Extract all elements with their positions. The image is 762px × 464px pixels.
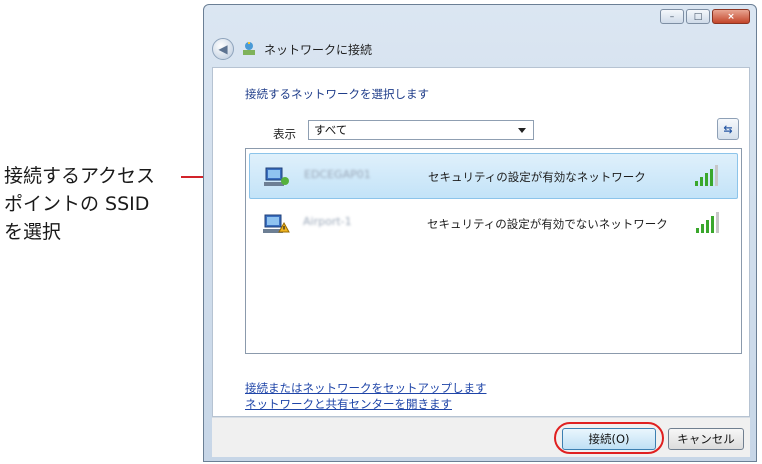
annotation-line-2: ポイントの SSID <box>4 193 150 215</box>
show-label: 表示 <box>273 127 296 141</box>
button-bar: 接続(O) キャンセル <box>212 417 750 457</box>
signal-strength-icon <box>696 211 722 233</box>
network-description: セキュリティの設定が有効なネットワーク <box>428 170 646 184</box>
network-ssid: Airport-1 <box>303 215 352 228</box>
caption-buttons: – □ × <box>660 9 750 24</box>
page-heading: 接続するネットワークを選択します <box>245 87 429 101</box>
network-icon <box>240 40 258 58</box>
signal-strength-icon <box>695 164 721 186</box>
content-pane: 接続するネットワークを選択します 表示 すべて ⇆ EDCEGAP01 セキュリ… <box>212 67 750 417</box>
show-filter-select[interactable]: すべて <box>308 120 534 140</box>
annotation-line-1: 接続するアクセス <box>4 165 156 187</box>
network-row-1[interactable]: EDCEGAP01 セキュリティの設定が有効なネットワーク <box>249 153 738 199</box>
window-title: ネットワークに接続 <box>264 42 373 57</box>
network-center-link[interactable]: ネットワークと共有センターを開きます <box>245 396 487 412</box>
show-filter-value: すべて <box>314 123 348 137</box>
wireless-network-icon <box>264 164 292 190</box>
annotation-label: 接続するアクセス ポイントの SSID を選択 <box>4 162 184 246</box>
title-row: ◀ ネットワークに接続 <box>212 37 372 61</box>
network-ssid: EDCEGAP01 <box>304 168 371 181</box>
refresh-icon[interactable]: ⇆ <box>717 118 739 140</box>
setup-connection-link[interactable]: 接続またはネットワークをセットアップします <box>245 380 487 396</box>
network-row-2[interactable]: Airport-1 セキュリティの設定が有効でないネットワーク <box>249 201 738 247</box>
connect-network-window: – □ × ◀ ネットワークに接続 接続するネットワークを選択します 表示 すべ… <box>203 4 757 462</box>
unsecured-network-icon <box>263 211 291 237</box>
close-button[interactable]: × <box>712 9 750 24</box>
back-arrow-icon[interactable]: ◀ <box>212 38 234 60</box>
links-area: 接続またはネットワークをセットアップします ネットワークと共有センターを開きます <box>245 380 487 412</box>
network-list[interactable]: EDCEGAP01 セキュリティの設定が有効なネットワーク Airport-1 … <box>245 148 742 354</box>
connect-button[interactable]: 接続(O) <box>562 428 656 450</box>
network-description: セキュリティの設定が有効でないネットワーク <box>427 217 668 231</box>
annotation-line-3: を選択 <box>4 221 62 243</box>
chevron-down-icon <box>518 128 526 133</box>
maximize-button[interactable]: □ <box>686 9 710 24</box>
minimize-button[interactable]: – <box>660 9 684 24</box>
cancel-button[interactable]: キャンセル <box>668 428 744 450</box>
